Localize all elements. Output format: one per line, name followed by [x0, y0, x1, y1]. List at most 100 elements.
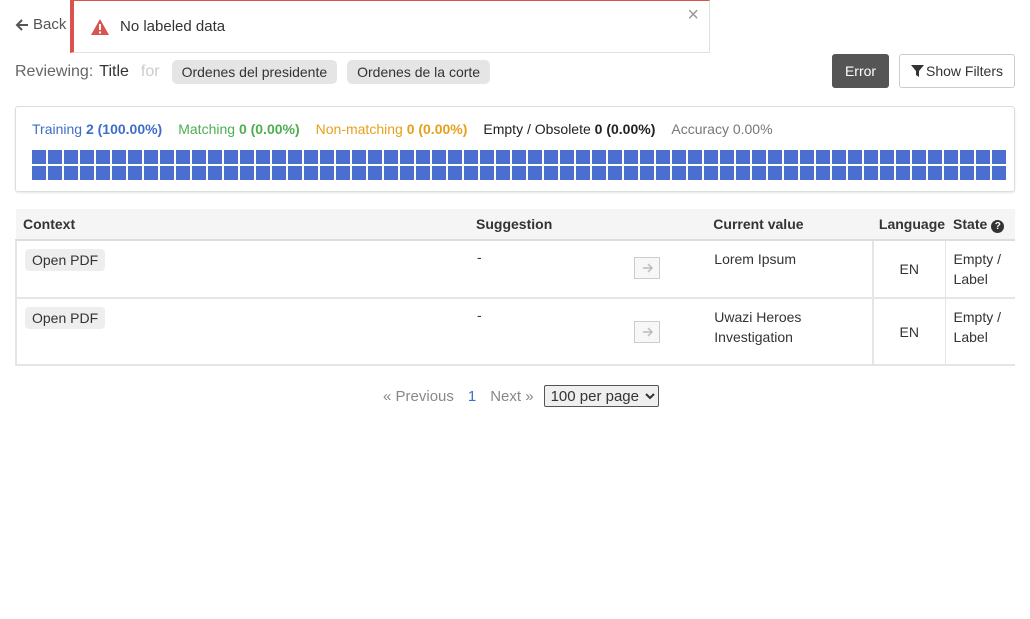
for-label: for — [140, 63, 160, 80]
training-square — [448, 150, 462, 164]
accept-suggestion-button[interactable] — [634, 257, 661, 279]
open-pdf-button[interactable]: Open PDF — [25, 249, 106, 271]
double-chevron-left-icon: « — [383, 387, 392, 405]
training-square — [400, 150, 414, 164]
training-square — [128, 150, 142, 164]
show-filters-label: Show Filters — [925, 63, 1004, 79]
empty-obsolete-stat[interactable]: Empty / Obsolete 0 (0.00%) — [483, 121, 655, 137]
training-square — [544, 150, 558, 164]
matching-stat[interactable]: Matching 0 (0.00%) — [178, 121, 299, 137]
training-square — [512, 166, 526, 180]
per-page-select[interactable]: 100 per page — [543, 385, 659, 407]
training-square — [400, 166, 414, 180]
training-square — [992, 166, 1006, 180]
header-suggestion: Suggestion — [469, 209, 707, 241]
notification-toast: No labeled data × — [70, 0, 710, 53]
training-square — [80, 166, 94, 180]
training-square — [704, 150, 718, 164]
training-square — [208, 150, 222, 164]
training-stat[interactable]: Training 2 (100.00%) — [32, 121, 162, 137]
training-square — [720, 150, 734, 164]
open-pdf-button[interactable]: Open PDF — [25, 307, 106, 329]
training-square — [368, 150, 382, 164]
training-square — [128, 166, 142, 180]
template-pill: Ordenes del presidente — [171, 60, 338, 84]
training-square — [880, 150, 894, 164]
training-square — [960, 150, 974, 164]
training-square — [832, 166, 846, 180]
training-square — [480, 166, 494, 180]
training-square — [544, 166, 558, 180]
training-square — [928, 150, 942, 164]
training-square — [912, 166, 926, 180]
property-name: Title — [99, 63, 129, 80]
training-square — [288, 166, 302, 180]
training-square — [816, 150, 830, 164]
previous-page-button[interactable]: « Previous — [383, 388, 454, 405]
training-square — [464, 150, 478, 164]
training-square — [416, 150, 430, 164]
back-link[interactable]: Back — [15, 16, 66, 33]
training-square — [528, 166, 542, 180]
error-button[interactable]: Error — [832, 54, 889, 88]
training-square — [688, 166, 702, 180]
table-row: Open PDF - Uwazi Heroes Investigation EN… — [14, 298, 1015, 366]
training-square — [832, 150, 846, 164]
training-square — [560, 150, 574, 164]
back-label: Back — [33, 16, 67, 33]
training-square — [304, 150, 318, 164]
arrow-right-icon — [643, 263, 654, 273]
state-value: Empty / Label — [945, 240, 1015, 299]
training-square — [736, 150, 750, 164]
training-square — [896, 150, 910, 164]
pagination: « Previous 1 Next » 100 per page — [383, 385, 659, 407]
current-page[interactable]: 1 — [468, 388, 476, 405]
training-square — [208, 166, 222, 180]
training-square — [112, 150, 126, 164]
training-square — [320, 150, 334, 164]
training-square — [624, 150, 638, 164]
training-square — [864, 150, 878, 164]
arrow-right-icon — [643, 327, 654, 337]
training-square — [576, 150, 590, 164]
table-row: Open PDF - Lorem Ipsum EN Empty / Label — [14, 240, 1015, 299]
training-square — [688, 150, 702, 164]
training-square — [816, 166, 830, 180]
stats-panel: Training 2 (100.00%) Matching 0 (0.00%) … — [15, 106, 1015, 192]
training-square — [160, 150, 174, 164]
training-square — [800, 150, 814, 164]
training-square — [960, 166, 974, 180]
suggestion-value: - — [477, 249, 482, 265]
training-square — [352, 150, 366, 164]
training-square — [560, 166, 574, 180]
training-square — [768, 150, 782, 164]
accuracy-stat: Accuracy 0.00% — [671, 121, 773, 137]
header-context: Context — [16, 209, 470, 241]
show-filters-button[interactable]: Show Filters — [899, 54, 1015, 88]
training-square — [176, 150, 190, 164]
accept-suggestion-button[interactable] — [634, 321, 661, 343]
suggestions-table: Context Suggestion Current value Languag… — [14, 209, 1015, 366]
training-square — [32, 166, 46, 180]
training-square — [48, 150, 62, 164]
training-square — [240, 150, 254, 164]
training-square — [256, 166, 270, 180]
suggestion-value: - — [477, 307, 482, 323]
close-icon[interactable]: × — [687, 5, 699, 25]
training-square — [368, 166, 382, 180]
training-square — [928, 166, 942, 180]
training-square — [256, 150, 270, 164]
training-square — [768, 166, 782, 180]
next-page-button[interactable]: Next » — [490, 388, 533, 405]
training-square — [80, 150, 94, 164]
training-square — [704, 166, 718, 180]
current-value: Lorem Ipsum — [706, 240, 873, 299]
training-square — [880, 166, 894, 180]
training-square — [224, 166, 238, 180]
help-icon[interactable]: ? — [991, 219, 1005, 233]
training-square — [976, 166, 990, 180]
training-square — [496, 150, 510, 164]
language-value: EN — [871, 240, 946, 299]
nonmatching-stat[interactable]: Non-matching 0 (0.00%) — [316, 121, 468, 137]
filter-icon — [910, 64, 924, 77]
